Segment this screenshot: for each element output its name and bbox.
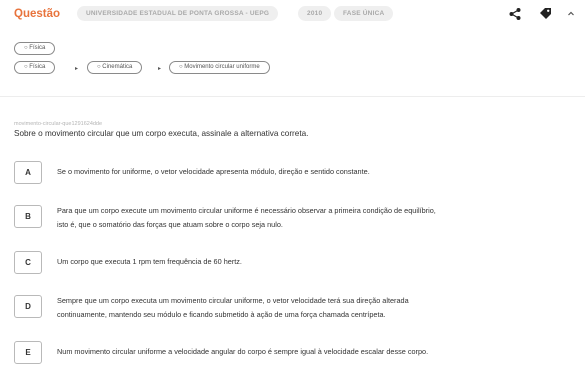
breadcrumb-arrow-icon: ▸ <box>158 66 162 72</box>
option-text-line: Sempre que um corpo executa um movimento… <box>57 296 409 305</box>
option-letter[interactable]: C <box>14 251 42 274</box>
breadcrumb-arrow-icon: ▸ <box>75 66 79 72</box>
option-text: Um corpo que executa 1 rpm tem frequênci… <box>57 257 242 266</box>
year-chip[interactable]: 2010 <box>298 6 332 21</box>
institution-chip[interactable]: UNIVERSIDADE ESTADUAL DE PONTA GROSSA - … <box>77 6 279 21</box>
option-letter[interactable]: B <box>14 205 42 228</box>
breadcrumb-tag-fisica[interactable]: ○ Física <box>14 61 56 74</box>
chevron-up-icon[interactable] <box>564 7 578 21</box>
breadcrumb-tag-label: Movimento circular uniforme <box>184 64 260 70</box>
option-text-line: Para que um corpo execute um movimento c… <box>57 206 436 215</box>
question-id: movimento-circular-que1291624dde <box>14 121 103 127</box>
option-d[interactable]: D Sempre que um corpo executa um movimen… <box>14 291 574 323</box>
option-e[interactable]: E Num movimento circular uniforme a velo… <box>14 341 574 364</box>
option-text-line: isto é, que o somatório das forças que a… <box>57 220 283 229</box>
subject-tag-label: Física <box>29 45 46 51</box>
option-letter[interactable]: A <box>14 161 42 184</box>
option-c[interactable]: C Um corpo que executa 1 rpm tem frequên… <box>14 251 574 274</box>
option-text-line: continuamente, mantendo seu módulo e fic… <box>57 310 386 319</box>
header-divider <box>0 96 585 97</box>
subject-tag[interactable]: ○ Física <box>14 42 56 55</box>
option-b[interactable]: B Para que um corpo execute um movimento… <box>14 201 574 233</box>
option-text: Se o movimento for uniforme, o vetor vel… <box>57 167 370 176</box>
breadcrumb-tag-label: Cinemática <box>102 64 133 70</box>
option-letter[interactable]: E <box>14 341 42 364</box>
question-header: Questão UNIVERSIDADE ESTADUAL DE PONTA G… <box>0 0 585 30</box>
breadcrumb-tag-cinematica[interactable]: ○ Cinemática <box>87 61 143 74</box>
tag-icon[interactable] <box>538 7 552 21</box>
option-letter[interactable]: D <box>14 295 42 318</box>
option-text: Num movimento circular uniforme a veloci… <box>57 347 429 356</box>
breadcrumb-tag-movimento-circular[interactable]: ○ Movimento circular uniforme <box>169 61 270 74</box>
question-statement: Sobre o movimento circular que um corpo … <box>14 129 309 138</box>
share-icon[interactable] <box>508 7 522 21</box>
option-a[interactable]: A Se o movimento for uniforme, o vetor v… <box>14 161 574 184</box>
question-title: Questão <box>14 8 61 20</box>
breadcrumb-tag-label: Física <box>29 64 46 70</box>
phase-chip[interactable]: FASE ÚNICA <box>334 6 394 21</box>
